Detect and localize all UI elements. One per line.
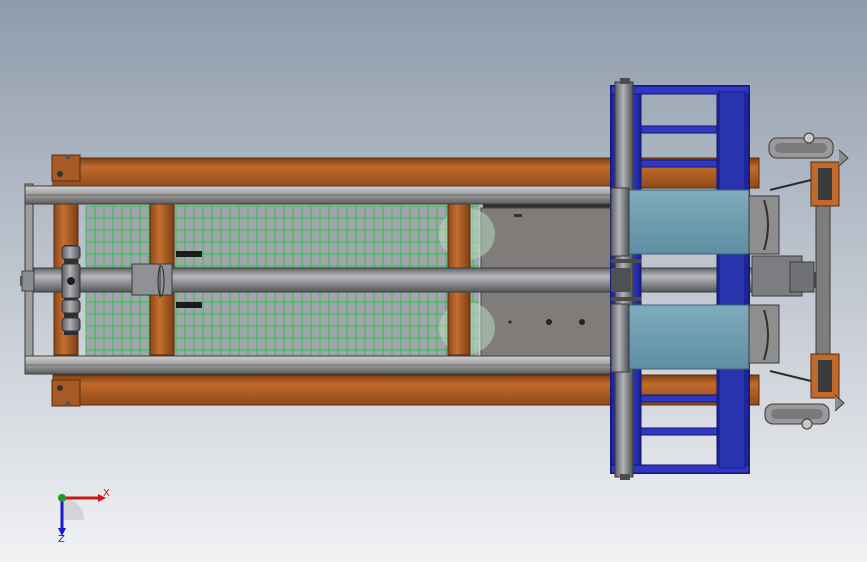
carriage-rung [640, 427, 718, 436]
clamp-jaw [748, 304, 780, 364]
roller-wheel-icon [61, 299, 81, 314]
shaft-ring [611, 297, 641, 301]
carriage-rung [640, 125, 718, 134]
clamp-roller [610, 303, 630, 373]
axle-icon [67, 277, 75, 285]
plate-bolt-hole [546, 319, 552, 325]
shaft-coupling[interactable] [131, 263, 173, 296]
right-vertical-bar [815, 199, 831, 366]
roller-wheel-icon [61, 317, 81, 332]
cad-model-canvas[interactable]: X Z [0, 0, 867, 562]
shaft-end-block [789, 261, 815, 293]
carriage-rung [640, 159, 718, 168]
bolt-icon [803, 132, 815, 144]
cad-model-viewport[interactable]: X Z [0, 0, 867, 562]
bracket-slot [818, 360, 832, 392]
rail-end-block [51, 379, 81, 407]
plate-bolt-hole [508, 320, 512, 324]
hinge-clip [176, 302, 202, 308]
spring-roller-assembly[interactable] [61, 245, 81, 335]
wheel-tread [771, 409, 823, 419]
bracket-slot [818, 168, 832, 200]
teal-clamp-block-bottom[interactable] [610, 304, 750, 370]
roller-cap [620, 474, 630, 480]
triad-origin-icon [58, 494, 66, 502]
wheel-tread [775, 143, 827, 153]
teal-clamp-block-top[interactable] [610, 189, 750, 255]
bolt-icon [57, 385, 63, 391]
shaft-collar [21, 270, 35, 292]
bolt-icon [57, 171, 63, 177]
x-axis-label: X [103, 488, 110, 499]
shaft-through-carriage [611, 268, 631, 292]
plate-bolt-hole [579, 319, 585, 325]
hinge-clip [176, 251, 202, 257]
shaft-ring [611, 259, 641, 263]
bolt-icon [65, 154, 71, 160]
rail-end-block [51, 154, 81, 182]
plate-slot [514, 214, 522, 217]
bolt-icon [65, 401, 71, 407]
bolt-icon [801, 418, 813, 430]
roller-cap [620, 78, 630, 84]
z-axis-label: Z [58, 534, 65, 545]
clamp-roller [610, 187, 630, 257]
carriage-channel-right [718, 91, 746, 469]
roller-wheel-icon [61, 245, 81, 260]
clamp-jaw [748, 195, 780, 255]
carriage-rung [640, 394, 718, 403]
